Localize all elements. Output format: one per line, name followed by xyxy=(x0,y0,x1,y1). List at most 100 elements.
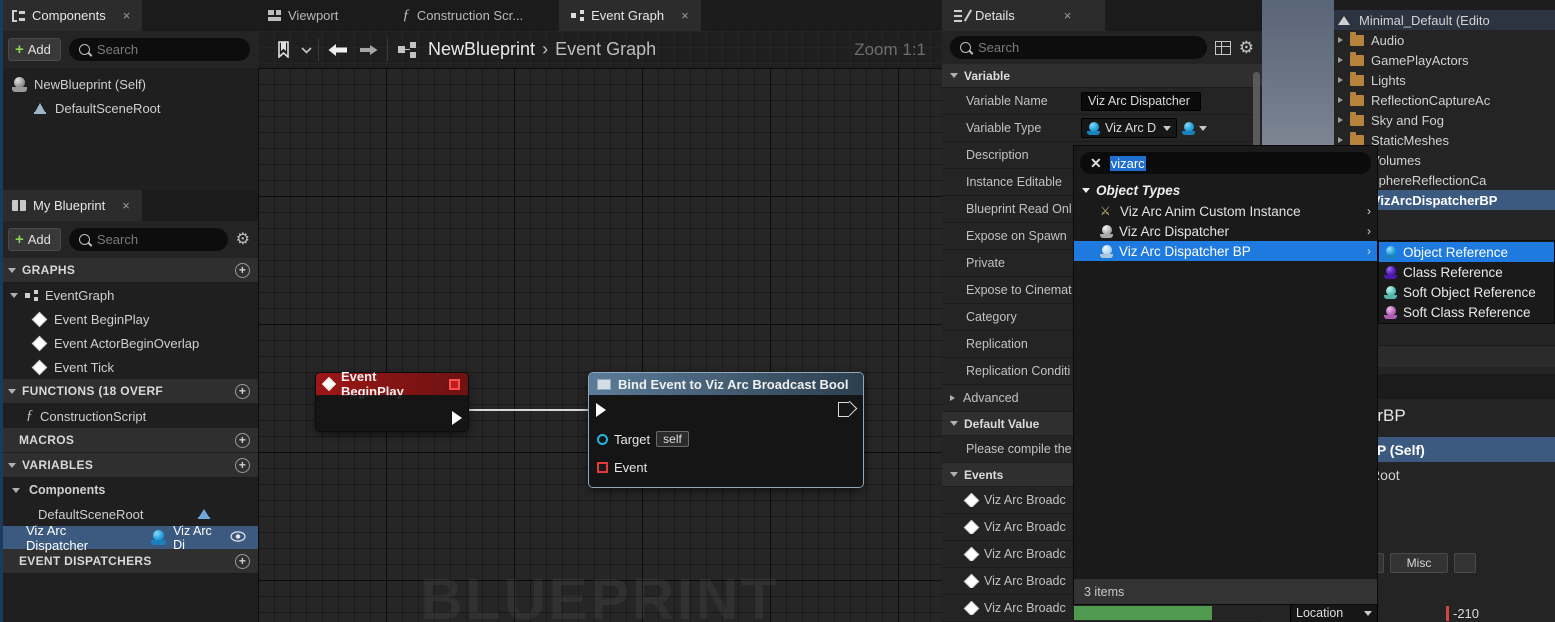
tree-item-event-actorbeginoverlap[interactable]: Event ActorBeginOverlap xyxy=(0,331,258,355)
constructionscript-label: ConstructionScript xyxy=(40,409,146,424)
type-picker-item-viz-arc-dispatcher-bp[interactable]: Viz Arc Dispatcher BP › xyxy=(1074,241,1377,261)
folder-icon xyxy=(1350,115,1364,126)
submenu-item-soft-object-reference[interactable]: Soft Object Reference xyxy=(1379,282,1554,302)
property-expose-to-cinematics-label: Expose to Cinemat xyxy=(942,283,1077,297)
clear-search-icon[interactable]: ✕ xyxy=(1090,155,1102,172)
eye-visibility-icon[interactable] xyxy=(230,530,246,545)
chevron-right-icon[interactable] xyxy=(1338,37,1343,43)
delegate-pin-icon[interactable] xyxy=(449,379,460,390)
variable-container-dropdown[interactable] xyxy=(1182,122,1207,135)
chevron-right-icon[interactable] xyxy=(1338,97,1343,103)
chevron-right-icon[interactable]: › xyxy=(1367,224,1371,238)
close-icon[interactable]: × xyxy=(681,8,689,23)
location-dropdown[interactable]: Location xyxy=(1290,604,1378,622)
filter-misc-button[interactable]: Misc xyxy=(1390,553,1448,573)
submenu-item-soft-class-reference[interactable]: Soft Class Reference xyxy=(1379,302,1554,322)
breadcrumb-root[interactable]: NewBlueprint xyxy=(428,39,535,60)
tab-construction-script[interactable]: ƒ Construction Scr... xyxy=(390,0,535,31)
type-picker-item-anim-custom-instance[interactable]: ⚔ Viz Arc Anim Custom Instance › xyxy=(1074,201,1377,221)
add-macro-button[interactable]: + xyxy=(235,433,250,448)
add-variable-button[interactable]: + xyxy=(235,458,250,473)
chevron-right-icon[interactable] xyxy=(1338,137,1343,143)
reference-type-submenu[interactable]: Object Reference Class Reference Soft Ob… xyxy=(1378,240,1555,324)
add-component-button[interactable]: + Add xyxy=(8,38,61,61)
tree-item-eventgraph[interactable]: EventGraph xyxy=(0,283,258,307)
details-section-variable[interactable]: Variable xyxy=(942,64,1262,88)
soft-object-reference-icon xyxy=(1384,286,1397,299)
exec-in-pin[interactable] xyxy=(596,403,606,417)
component-item-defaultsceneroot[interactable]: DefaultSceneRoot xyxy=(0,96,258,120)
chevron-right-icon[interactable]: › xyxy=(1367,204,1371,218)
chevron-right-icon[interactable] xyxy=(1338,77,1343,83)
add-blueprint-item-button[interactable]: + Add xyxy=(8,228,61,251)
exec-out-pin[interactable] xyxy=(838,402,849,417)
chevron-down-icon[interactable] xyxy=(298,35,314,65)
delegate-pin-icon[interactable] xyxy=(597,462,608,473)
variable-item-vizarcdispatcher[interactable]: Viz Arc Dispatcher Viz Arc Di xyxy=(0,526,258,549)
tab-details[interactable]: Details × xyxy=(942,0,1105,31)
level-viewport-thumbnail[interactable] xyxy=(1259,0,1334,148)
bookmark-icon[interactable] xyxy=(268,35,298,65)
plus-icon: + xyxy=(15,42,24,57)
tab-components[interactable]: Components × xyxy=(0,0,142,31)
node-bind-event[interactable]: Bind Event to Viz Arc Broadcast Bool Tar… xyxy=(589,373,863,487)
close-icon[interactable]: × xyxy=(122,198,130,213)
tree-item-constructionscript[interactable]: ƒ ConstructionScript xyxy=(0,404,258,428)
variable-type-picker-popup[interactable]: ✕ vizarc Object Types ⚔ Viz Arc Anim Cus… xyxy=(1073,145,1378,605)
close-icon[interactable]: × xyxy=(1064,8,1072,23)
tab-event-graph[interactable]: Event Graph × xyxy=(559,0,701,31)
details-tabstrip: Details × xyxy=(942,0,1262,31)
variable-name-field[interactable]: Viz Arc Dispatcher xyxy=(1081,92,1201,111)
property-variable-type-label: Variable Type xyxy=(942,121,1077,135)
table-view-icon[interactable] xyxy=(1215,41,1231,55)
section-event-dispatchers[interactable]: EVENT DISPATCHERS + xyxy=(0,549,258,574)
back-arrow-icon[interactable] xyxy=(323,35,353,65)
settings-gear-icon[interactable]: ⚙ xyxy=(1239,39,1254,56)
add-event-dispatcher-button[interactable]: + xyxy=(235,554,250,569)
components-search-input[interactable]: Search xyxy=(69,38,250,61)
node-event-beginplay-body xyxy=(316,395,468,431)
tree-item-event-tick[interactable]: Event Tick xyxy=(0,355,258,379)
pin-row-target: Target self xyxy=(589,425,863,453)
components-tree: NewBlueprint (Self) DefaultSceneRoot xyxy=(0,68,258,190)
variables-group-components[interactable]: Components xyxy=(0,478,258,502)
add-function-button[interactable]: + xyxy=(235,384,250,399)
submenu-item-object-reference[interactable]: Object Reference xyxy=(1379,242,1554,262)
variable-type-dropdown[interactable]: Viz Arc D xyxy=(1081,118,1177,138)
location-x-field[interactable]: -210 xyxy=(1446,606,1479,621)
type-picker-group-object-types[interactable]: Object Types xyxy=(1074,180,1377,201)
add-component-label: Add xyxy=(28,42,51,57)
type-picker-item-viz-arc-dispatcher[interactable]: Viz Arc Dispatcher › xyxy=(1074,221,1377,241)
object-blue-icon xyxy=(151,530,166,545)
chevron-right-icon[interactable] xyxy=(1338,57,1343,63)
components-tabstrip: Components × xyxy=(0,0,258,31)
submenu-item-class-reference[interactable]: Class Reference xyxy=(1379,262,1554,282)
section-graphs[interactable]: GRAPHS + xyxy=(0,258,258,283)
chevron-right-icon[interactable]: › xyxy=(1367,244,1371,258)
tab-my-blueprint[interactable]: My Blueprint × xyxy=(0,190,142,221)
exec-out-pin[interactable] xyxy=(452,411,462,425)
plus-icon: + xyxy=(15,232,24,247)
tab-viewport[interactable]: Viewport xyxy=(258,0,350,31)
components-toolbar: + Add Search xyxy=(0,31,258,68)
graph-canvas[interactable]: BLUEPRINT Event BeginPlay Bind Event to xyxy=(258,68,942,622)
section-functions[interactable]: FUNCTIONS (18 OVERF + xyxy=(0,379,258,404)
property-replication-condition-label: Replication Conditi xyxy=(942,364,1077,378)
details-search-input[interactable]: Search xyxy=(950,36,1207,59)
filter-more-button[interactable] xyxy=(1454,553,1476,573)
section-variables[interactable]: VARIABLES + xyxy=(0,453,258,478)
object-pin-icon[interactable] xyxy=(597,434,608,445)
pin-target-value[interactable]: self xyxy=(656,431,689,447)
component-item-self[interactable]: NewBlueprint (Self) xyxy=(0,72,258,96)
type-picker-search-input[interactable]: ✕ vizarc xyxy=(1080,152,1371,174)
node-event-beginplay[interactable]: Event BeginPlay xyxy=(316,373,468,431)
submenu-item-label: Object Reference xyxy=(1403,245,1508,260)
settings-gear-icon[interactable]: ⚙ xyxy=(236,232,250,248)
chevron-right-icon[interactable] xyxy=(1338,117,1343,123)
tree-item-event-beginplay[interactable]: Event BeginPlay xyxy=(0,307,258,331)
section-macros[interactable]: MACROS + xyxy=(0,428,258,453)
myblueprint-search-input[interactable]: Search xyxy=(69,228,228,251)
close-icon[interactable]: × xyxy=(123,8,131,23)
forward-arrow-icon[interactable] xyxy=(353,35,383,65)
add-graph-button[interactable]: + xyxy=(235,263,250,278)
